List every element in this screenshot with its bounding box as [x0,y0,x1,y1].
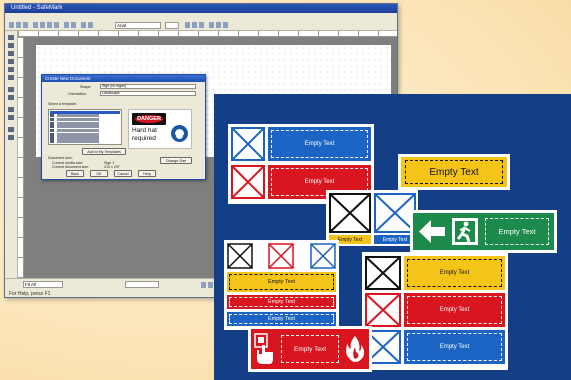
exit-text: Empty Text [498,227,536,236]
template-label: Select a template: [48,102,77,106]
sign-sheet: Empty Text Empty Text [326,190,418,246]
sign-sheet: Empty Text [248,326,372,372]
symbol-tool-icon[interactable] [8,87,14,92]
yellow-text-panel[interactable]: Empty Text [227,272,336,292]
toolbar: Arial [5,20,397,31]
sign-templates-panel: Empty Text Empty Text Empty Text Empty T… [214,94,571,380]
zoom-out-icon[interactable] [88,22,93,28]
bold-icon[interactable] [185,22,190,28]
danger-header: DANGER [132,113,166,125]
running-man-icon [452,218,478,245]
red-symbol-placeholder [365,293,401,327]
preview-text: Hard hat required [132,127,157,142]
open-icon[interactable] [16,22,21,28]
blue-symbol-placeholder [231,127,265,161]
zoom-select[interactable]: Fit All [23,281,63,288]
template-preview: DANGER Hard hat required [128,109,192,149]
red-text-panel[interactable]: Empty Text [227,295,336,309]
align-left-icon[interactable] [209,22,214,28]
print-icon[interactable] [33,22,38,28]
arrow-left-icon [419,220,445,243]
sign-sheet: Empty Text [410,210,557,253]
save-icon[interactable] [23,22,28,28]
template-list[interactable] [48,109,122,145]
orientation-select[interactable]: Landscape [100,91,196,96]
colour-tool-icon[interactable] [8,135,14,140]
align-center-icon[interactable] [216,22,221,28]
menu-bar[interactable] [5,13,397,20]
image-tool-icon[interactable] [8,75,14,80]
yellow-text-panel[interactable]: Empty Text [404,256,505,290]
blue-text-panel[interactable]: Empty Text [268,127,371,161]
red-symbol-placeholder [268,243,294,269]
back-button[interactable]: Back [66,170,84,177]
document-size-label: Document size: [48,156,73,160]
fire-alarm-sign[interactable]: Empty Text [251,329,369,369]
window-title: Untitled - SafeMark [5,4,397,13]
rectangle-tool-icon[interactable] [8,59,14,64]
layer-select[interactable] [125,281,159,288]
zoom-tool-icon[interactable] [8,107,14,112]
danger-word: DANGER [135,115,163,123]
ok-button[interactable]: OK [90,170,108,177]
hard-hat-icon [171,125,188,142]
underline-icon[interactable] [199,22,204,28]
paste-icon[interactable] [54,22,59,28]
font-select[interactable]: Arial [115,22,161,29]
help-button[interactable]: Help [138,170,156,177]
pointer-tool-icon[interactable] [8,35,14,40]
shape-select[interactable]: Sign (no signs) [100,84,196,89]
fill-tool-icon[interactable] [8,127,14,132]
line-tool-icon[interactable] [8,51,14,56]
barcode-tool-icon[interactable] [8,95,14,100]
shape-label: Shape: [80,85,92,89]
pan-tool-icon[interactable] [8,115,14,120]
font-size-select[interactable] [165,22,179,29]
new-icon[interactable] [9,22,14,28]
ellipse-tool-icon[interactable] [8,67,14,72]
current-document-label: Current document size: [52,165,90,169]
black-symbol-placeholder [227,243,253,269]
redo-icon[interactable] [71,22,76,28]
copy-icon[interactable] [47,22,52,28]
exit-sign[interactable]: Empty Text [413,213,554,250]
sign-sheet: Empty Text Empty Text Empty Text [362,252,508,370]
sign-sheet: Empty Text [398,154,510,190]
blue-text-panel[interactable]: Empty Text [227,312,336,326]
grid-icon[interactable] [201,282,206,288]
red-text-panel[interactable]: Empty Text [404,293,505,327]
change-size-button[interactable]: Change Size [160,157,192,164]
create-new-document-dialog: Create New Document Shape: Sign (no sign… [41,74,206,180]
text-tool-icon[interactable] [8,43,14,48]
fire-text: Empty Text [293,345,327,353]
list-item[interactable] [50,140,120,144]
sign-sheet: Empty Text Empty Text Empty Text [224,240,339,330]
orientation-label: Orientation: [68,92,87,96]
zoom-in-icon[interactable] [81,22,86,28]
italic-icon[interactable] [192,22,197,28]
black-symbol-placeholder [329,193,371,233]
black-symbol-placeholder [365,256,401,290]
cancel-button[interactable]: Cancel [114,170,132,177]
undo-icon[interactable] [64,22,69,28]
snap-icon[interactable] [208,282,213,288]
align-right-icon[interactable] [223,22,228,28]
yellow-text-panel[interactable]: Empty Text [401,157,507,187]
tool-palette [5,31,18,278]
blue-text-panel[interactable]: Empty Text [404,330,505,364]
add-to-templates-button[interactable]: Add to My Templates [82,148,126,155]
fire-flame-icon [346,336,365,362]
current-document-value: 210 x 297 [104,165,120,169]
blue-symbol-placeholder [310,243,336,269]
red-symbol-placeholder [231,165,265,199]
dialog-title: Create New Document [42,75,205,82]
fire-alarm-call-point-icon [254,333,273,364]
cut-icon[interactable] [40,22,45,28]
